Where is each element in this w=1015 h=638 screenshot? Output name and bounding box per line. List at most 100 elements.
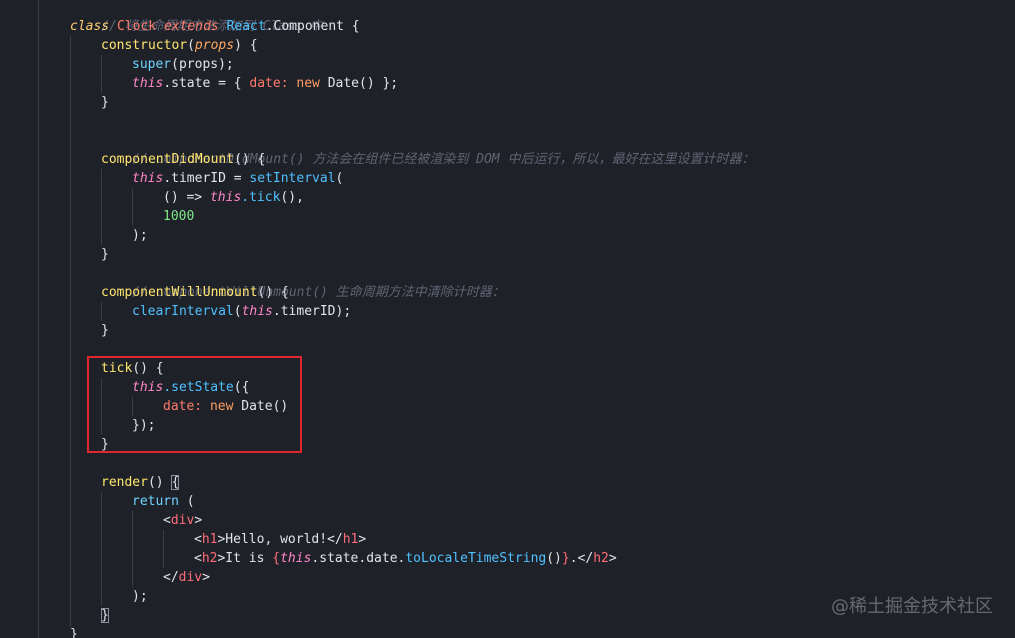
- code-line[interactable]: // 将生命周期方法添加到 Class 中: [70, 0, 322, 34]
- indent-guide: [70, 36, 71, 628]
- code-text: (),: [280, 190, 304, 205]
- keyword: super: [132, 57, 172, 72]
- keyword: class: [70, 19, 110, 34]
- code-text: >: [358, 532, 367, 547]
- code-text: >: [202, 570, 210, 585]
- code-line[interactable]: componentWillUnmount() {: [101, 283, 289, 302]
- code-line[interactable]: }: [101, 245, 109, 264]
- class-name: Clock: [116, 19, 157, 34]
- code-text: () =>: [163, 190, 210, 205]
- code-line[interactable]: class Clock extends React.Component {: [70, 17, 360, 36]
- code-line[interactable]: }: [101, 93, 109, 112]
- code-line[interactable]: clearInterval(this.timerID);: [132, 302, 351, 321]
- function-call: toLocaleTimeString: [405, 551, 547, 566]
- code-text: }: [101, 247, 109, 262]
- code-text: .state.date.: [311, 551, 406, 566]
- code-text: ) {: [234, 38, 258, 53]
- code-line[interactable]: componentDidMount() {: [101, 150, 265, 169]
- indent-guide: [132, 511, 133, 587]
- code-line[interactable]: this.timerID = setInterval(: [132, 169, 343, 188]
- code-text: (props);: [171, 57, 234, 72]
- code-text: );: [132, 589, 148, 604]
- code-line[interactable]: return (: [132, 492, 195, 511]
- code-text: .state = {: [163, 76, 250, 91]
- jsx-brace: }: [561, 551, 570, 566]
- code-text: (: [178, 494, 195, 509]
- code-text: >Hello, world!</: [217, 532, 343, 547]
- keyword: this: [132, 171, 164, 186]
- jsx-tag: h1: [342, 532, 359, 547]
- function-call: setInterval: [249, 171, 336, 186]
- code-line[interactable]: }: [70, 625, 78, 638]
- code-text: );: [132, 228, 148, 243]
- keyword: this: [209, 190, 242, 205]
- code-text: </: [163, 570, 179, 585]
- code-text: Date() };: [327, 76, 399, 91]
- keyword: this: [132, 76, 164, 91]
- indent-guide: [163, 530, 164, 568]
- number-literal: 1000: [163, 209, 195, 224]
- code-text: .</: [569, 551, 594, 566]
- code-line[interactable]: super(props);: [132, 55, 234, 74]
- code-text: .Component {: [265, 19, 360, 34]
- indent-guide: [38, 0, 39, 638]
- code-line[interactable]: constructor(props) {: [101, 36, 258, 55]
- code-text: (: [233, 304, 242, 319]
- method-name: constructor: [101, 38, 188, 53]
- jsx-tag: h1: [201, 532, 218, 547]
- code-text: }: [101, 323, 109, 338]
- code-text: <: [194, 551, 202, 566]
- keyword: this: [241, 304, 273, 319]
- indent-guide: [132, 188, 133, 226]
- code-text: <: [194, 532, 202, 547]
- code-line[interactable]: () => this.tick(),: [163, 188, 304, 207]
- code-line[interactable]: );: [132, 226, 148, 245]
- code-text: }: [70, 627, 78, 638]
- code-text: .timerID =: [163, 171, 250, 186]
- code-text: >: [194, 513, 203, 528]
- code-text: .timerID);: [272, 304, 352, 319]
- code-text: () {: [234, 152, 266, 167]
- keyword: extends: [163, 19, 219, 34]
- code-line[interactable]: 1000: [163, 207, 194, 226]
- jsx-brace: {: [272, 551, 281, 566]
- code-text: <: [163, 513, 171, 528]
- code-line[interactable]: </div>: [163, 568, 210, 587]
- code-line[interactable]: );: [132, 587, 148, 606]
- method-name: render: [101, 475, 148, 490]
- keyword: this: [280, 551, 312, 566]
- function-call: clearInterval: [132, 304, 234, 319]
- code-text: (): [147, 475, 172, 490]
- bracket-match-highlight: }: [101, 608, 109, 623]
- keyword: new: [288, 76, 328, 91]
- code-line[interactable]: < h2 >It is {this.state.date.toLocaleTimeS…: [194, 549, 617, 568]
- parameter: props: [194, 38, 235, 53]
- keyword: return: [132, 494, 179, 509]
- bracket-match-highlight: {: [171, 475, 180, 490]
- function-call: .tick: [241, 190, 281, 205]
- indent-guide: [101, 492, 102, 606]
- code-line[interactable]: // componentWillUnmount() 生命周期方法中清除计时器：: [101, 264, 505, 300]
- code-text: () {: [257, 285, 289, 300]
- watermark: @稀土掘金技术社区: [831, 596, 993, 617]
- code-line[interactable]: }: [101, 606, 109, 625]
- indent-guide: [101, 55, 102, 93]
- code-text: >It is: [217, 551, 273, 566]
- code-line[interactable]: // componentDidMount() 方法会在组件已经被渲染到 DOM …: [101, 131, 754, 167]
- jsx-tag: div: [178, 570, 203, 585]
- property: date:: [249, 76, 289, 91]
- jsx-tag: h2: [593, 551, 609, 566]
- method-name: componentDidMount: [101, 152, 235, 167]
- code-line[interactable]: }: [101, 321, 109, 340]
- code-text: }: [101, 95, 109, 110]
- code-line[interactable]: <div>: [163, 511, 202, 530]
- highlight-box: [87, 356, 302, 453]
- code-line[interactable]: render() {: [101, 473, 180, 492]
- code-editor[interactable]: // 将生命周期方法添加到 Class 中 class Clock extend…: [0, 0, 1015, 638]
- code-line[interactable]: this.state = { date: new Date() };: [132, 74, 398, 93]
- identifier: React: [226, 19, 266, 34]
- code-line[interactable]: <h1>Hello, world!</h1>: [194, 530, 366, 549]
- code-text: (: [335, 171, 344, 186]
- jsx-tag: div: [170, 513, 195, 528]
- code-text: (): [546, 551, 562, 566]
